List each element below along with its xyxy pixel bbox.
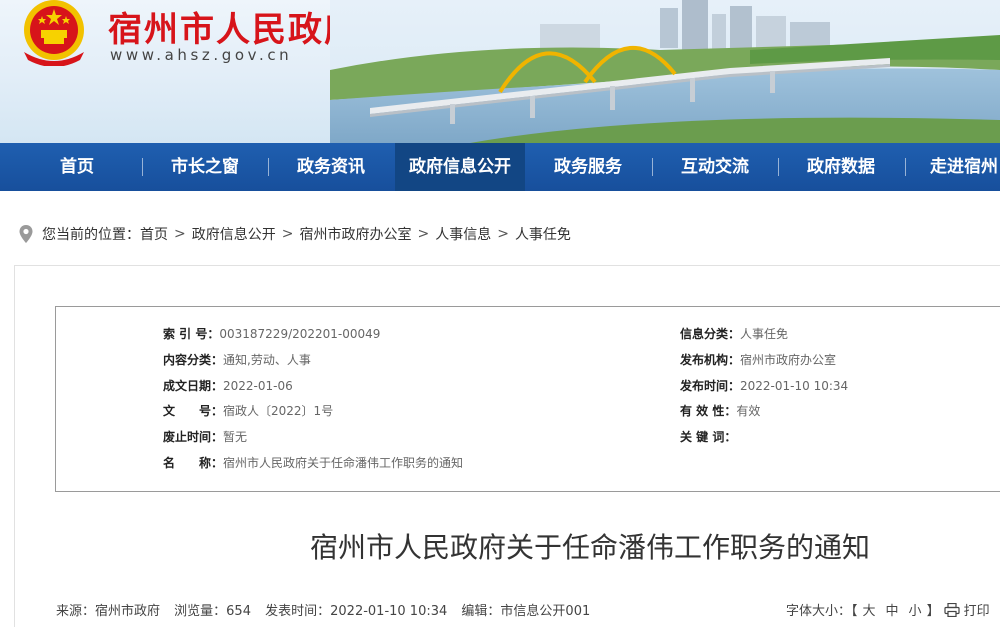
meta-value: 有效 (736, 404, 761, 418)
meta-label: 废止时间： (163, 430, 224, 444)
meta-label: 文 号： (163, 404, 224, 418)
meta-value: 宿政人〔2022〕1号 (223, 404, 334, 418)
breadcrumb-disclosure[interactable]: 政府信息公开 (192, 224, 276, 244)
site-url: www.ahsz.gov.cn (110, 46, 293, 64)
document-title: 宿州市人民政府关于任命潘伟工作职务的通知 (309, 531, 870, 564)
meta-publisher: 发布机构：宿州市政府办公室 (680, 350, 836, 370)
meta-value: 宿州市政府办公室 (740, 353, 837, 367)
nav-item-data[interactable]: 政府数据 (782, 143, 900, 191)
nav-item-disclosure[interactable]: 政府信息公开 (395, 143, 525, 191)
breadcrumb-prefix: 您当前的位置： (42, 227, 140, 243)
meta-value: 2022-01-10 10:34 (740, 379, 849, 393)
print-button[interactable]: 打印 (964, 600, 990, 619)
font-size-small-button[interactable]: 小 (909, 600, 922, 619)
main-nav: 首页 市长之窗 政务资讯 政府信息公开 政务服务 互动交流 政府数据 走进宿州 (0, 143, 1000, 191)
font-size-bracket: 】 (926, 604, 940, 619)
site-title[interactable]: 宿州市人民政府 (108, 2, 360, 51)
meta-published-time: 发布时间：2022-01-10 10:34 (680, 376, 848, 396)
nav-item-services[interactable]: 政务服务 (529, 143, 647, 191)
nav-item-home[interactable]: 首页 (18, 143, 136, 191)
meta-value: 2022-01-06 (223, 379, 293, 393)
nav-divider (268, 158, 269, 176)
breadcrumb-separator: > (497, 226, 509, 242)
article-time: 发表时间：2022-01-10 10:34 (265, 604, 448, 619)
meta-created-date: 成文日期：2022-01-06 (163, 376, 293, 396)
breadcrumb-separator: > (281, 226, 294, 242)
breadcrumb-appointments[interactable]: 人事任免 (515, 224, 571, 244)
nav-item-mayor[interactable]: 市长之窗 (146, 143, 264, 191)
article-views: 浏览量：654 (174, 604, 251, 619)
nav-divider (778, 158, 779, 176)
meta-keywords: 关 键 词： (680, 427, 736, 447)
meta-label: 信息分类： (680, 327, 741, 341)
meta-category: 内容分类：通知,劳动、人事 (163, 350, 311, 370)
meta-label: 关 键 词： (680, 430, 737, 444)
meta-value: 暂无 (223, 430, 248, 444)
meta-value: 003187229/202201-00049 (219, 327, 381, 341)
meta-name: 名 称：宿州市人民政府关于任命潘伟工作职务的通知 (163, 453, 463, 473)
meta-index-no: 索 引 号：003187229/202201-00049 (163, 324, 380, 344)
location-pin-icon (19, 225, 33, 243)
meta-label: 索 引 号： (163, 327, 220, 341)
meta-value: 宿州市人民政府关于任命潘伟工作职务的通知 (223, 456, 464, 470)
meta-validity: 有 效 性：有效 (680, 401, 760, 421)
meta-value: 通知,劳动、人事 (223, 353, 311, 367)
breadcrumb-personnel-info[interactable]: 人事信息 (435, 224, 491, 244)
nav-item-about[interactable]: 走进宿州 (910, 143, 1000, 191)
nav-item-interaction[interactable]: 互动交流 (656, 143, 774, 191)
article-source: 来源：宿州市政府 (56, 604, 161, 619)
printer-icon[interactable] (943, 602, 960, 617)
article-info-bar: 来源：宿州市政府 浏览量：654 发表时间：2022-01-10 10:34 编… (56, 600, 600, 619)
meta-doc-number: 文 号：宿政人〔2022〕1号 (163, 401, 333, 421)
meta-value: 人事任免 (740, 327, 789, 341)
article-editor: 编辑：市信息公开001 (461, 604, 591, 619)
meta-label: 内容分类： (163, 353, 224, 367)
nav-item-news[interactable]: 政务资讯 (272, 143, 390, 191)
nav-divider (652, 158, 653, 176)
breadcrumb-separator: > (174, 226, 186, 242)
nav-divider (142, 158, 143, 176)
nav-divider (905, 158, 906, 176)
breadcrumb-separator: > (417, 226, 430, 242)
breadcrumb-office[interactable]: 宿州市政府办公室 (299, 224, 411, 244)
meta-label: 名 称： (163, 456, 224, 470)
national-emblem-icon (24, 0, 84, 66)
meta-label: 发布时间： (680, 379, 741, 393)
font-size-control: 字体大小：【 大 中 小 】 打印 (786, 600, 990, 619)
meta-label: 发布机构： (680, 353, 741, 367)
site-header: 宿州市人民政府 www.ahsz.gov.cn (0, 0, 1000, 143)
font-size-large-button[interactable]: 大 (863, 600, 876, 619)
meta-info-class: 信息分类：人事任免 (680, 324, 788, 344)
meta-label: 有 效 性： (680, 404, 737, 418)
city-bridge-banner (330, 0, 1000, 143)
font-size-label: 字体大小：【 (786, 604, 858, 619)
font-size-medium-button[interactable]: 中 (886, 600, 899, 619)
meta-expiry: 废止时间：暂无 (163, 427, 247, 447)
meta-label: 成文日期： (163, 379, 224, 393)
breadcrumb: 您当前的位置： 首页 > 政府信息公开 > 宿州市政府办公室 > 人事信息 > … (18, 222, 571, 246)
breadcrumb-home[interactable]: 首页 (140, 224, 168, 244)
